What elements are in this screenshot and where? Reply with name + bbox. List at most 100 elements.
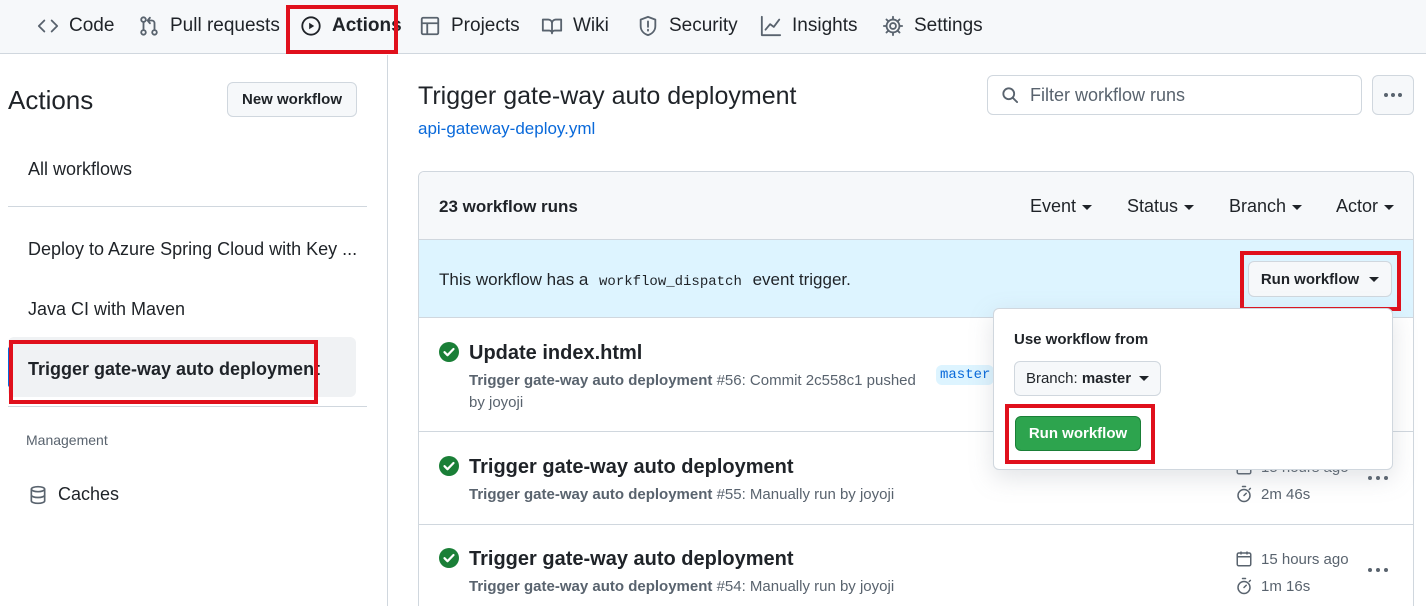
filter-event[interactable]: Event: [1030, 196, 1093, 217]
filter-workflow-runs-input[interactable]: [1030, 84, 1350, 106]
run-subtitle: Trigger gate-way auto deployment #54: Ma…: [469, 576, 894, 598]
sidebar-item-workflow[interactable]: Java CI with Maven: [28, 299, 185, 320]
check-circle-icon: [439, 548, 459, 568]
sidebar-item-all-workflows[interactable]: All workflows: [28, 159, 132, 180]
kebab-horizontal-icon: [1384, 93, 1402, 97]
run-workflow-dropdown-label: Run workflow: [1260, 270, 1360, 288]
tab-settings[interactable]: Settings: [882, 0, 983, 52]
play-icon: [300, 15, 322, 37]
run-title[interactable]: Trigger gate-way auto deployment: [469, 548, 794, 571]
sidebar-divider: [8, 206, 367, 207]
tab-actions[interactable]: Actions: [300, 0, 402, 52]
run-workflow-name: Trigger gate-way auto deployment: [469, 372, 713, 389]
sidebar-divider: [8, 406, 367, 407]
run-more-button[interactable]: [1363, 558, 1393, 582]
pull-request-icon: [138, 15, 160, 37]
run-detail-author: by joyoji: [469, 394, 524, 411]
run-workflow-dropdown-button[interactable]: Run workflow: [1248, 261, 1392, 297]
dispatch-prefix: This workflow has a: [439, 270, 589, 289]
page-title: Trigger gate-way auto deployment: [418, 82, 797, 110]
filter-branch[interactable]: Branch: [1229, 196, 1303, 217]
tab-projects-label: Projects: [451, 15, 520, 36]
run-row[interactable]: Trigger gate-way auto deployment Trigger…: [419, 525, 1413, 606]
filter-status[interactable]: Status: [1127, 196, 1195, 217]
search-icon: [1002, 87, 1018, 104]
filter-search-box[interactable]: [987, 75, 1362, 115]
tab-actions-label: Actions: [332, 15, 402, 36]
tab-insights-label: Insights: [792, 15, 858, 36]
branch-select-button[interactable]: Branch: master: [1014, 361, 1161, 396]
run-subtitle: Trigger gate-way auto deployment #55: Ma…: [469, 484, 894, 506]
sidebar-item-caches[interactable]: Caches: [28, 484, 119, 505]
book-icon: [541, 15, 563, 37]
caret-down-icon: [1384, 204, 1395, 210]
filter-branch-label: Branch: [1229, 196, 1287, 216]
tab-pull-requests-label: Pull requests: [170, 15, 280, 36]
check-circle-icon: [439, 456, 459, 476]
gear-icon: [882, 15, 904, 37]
caret-down-icon: [1369, 276, 1380, 282]
tab-security-label: Security: [669, 15, 738, 36]
run-workflow-submit-button[interactable]: Run workflow: [1015, 416, 1141, 451]
sidebar-item-workflow-selected[interactable]: Trigger gate-way auto deployment: [28, 359, 320, 380]
tab-code-label: Code: [69, 15, 115, 36]
dispatch-suffix: event trigger.: [752, 270, 851, 289]
shield-icon: [637, 15, 659, 37]
sidebar-management-heading: Management: [26, 432, 108, 448]
use-workflow-from-label: Use workflow from: [1014, 331, 1149, 348]
tab-wiki[interactable]: Wiki: [541, 0, 609, 52]
table-icon: [419, 15, 441, 37]
dispatch-code: workflow_dispatch: [599, 274, 742, 290]
dispatch-banner: This workflow has a workflow_dispatch ev…: [419, 240, 1413, 318]
caret-down-icon: [1184, 204, 1195, 210]
run-title[interactable]: Trigger gate-way auto deployment: [469, 456, 794, 479]
branch-select-prefix: Branch:: [1025, 370, 1078, 387]
run-title[interactable]: Update index.html: [469, 342, 642, 365]
filter-actor-label: Actor: [1336, 196, 1379, 216]
tab-insights[interactable]: Insights: [760, 0, 857, 52]
filter-actor[interactable]: Actor: [1336, 196, 1395, 217]
check-circle-icon: [439, 342, 459, 362]
run-detail: #54: Manually run by joyoji: [716, 578, 895, 595]
repo-nav: Code Pull requests Actions Projects Wiki…: [0, 0, 1426, 54]
database-icon: [28, 485, 48, 505]
run-workflow-popover: Use workflow from Branch: master Run wor…: [993, 308, 1393, 470]
sidebar-item-caches-label: Caches: [58, 484, 120, 504]
run-detail: #55: Manually run by joyoji: [716, 486, 895, 503]
caret-down-icon: [1082, 204, 1093, 210]
sidebar: Actions New workflow All workflows Deplo…: [0, 55, 388, 606]
kebab-horizontal-icon: [1368, 476, 1388, 480]
more-options-button[interactable]: [1372, 75, 1414, 115]
graph-icon: [760, 15, 782, 37]
runs-header: 23 workflow runs Event Status Branch Act…: [419, 172, 1413, 240]
run-duration: 1m 16s: [1235, 577, 1310, 595]
branch-tag[interactable]: master: [936, 365, 995, 385]
run-workflow-name: Trigger gate-way auto deployment: [469, 578, 713, 595]
tab-code[interactable]: Code: [37, 0, 114, 52]
tab-projects[interactable]: Projects: [419, 0, 520, 52]
caret-down-icon: [1292, 204, 1303, 210]
tab-settings-label: Settings: [914, 15, 983, 36]
dispatch-text: This workflow has a workflow_dispatch ev…: [439, 270, 851, 290]
sidebar-title: Actions: [8, 85, 94, 115]
sidebar-item-workflow[interactable]: Deploy to Azure Spring Cloud with Key ..…: [28, 239, 357, 260]
new-workflow-button[interactable]: New workflow: [227, 82, 357, 117]
run-subtitle: Trigger gate-way auto deployment #56: Co…: [469, 370, 919, 414]
stopwatch-icon: [1237, 485, 1252, 503]
filter-event-label: Event: [1030, 196, 1077, 216]
run-time: 15 hours ago: [1235, 550, 1349, 568]
tab-security[interactable]: Security: [637, 0, 738, 52]
calendar-icon: [1236, 551, 1252, 567]
runs-count: 23 workflow runs: [439, 197, 578, 216]
code-icon: [37, 15, 59, 37]
run-time-label: 15 hours ago: [1261, 550, 1349, 568]
run-duration-label: 1m 16s: [1261, 577, 1311, 595]
run-duration: 2m 46s: [1235, 485, 1310, 503]
sidebar-selected-indicator: [8, 347, 12, 387]
stopwatch-icon: [1237, 577, 1252, 595]
workflow-file-link[interactable]: api-gateway-deploy.yml: [418, 119, 595, 139]
run-duration-label: 2m 46s: [1261, 485, 1311, 503]
run-detail: #56: Commit 2c558c1 pushed: [716, 372, 916, 389]
kebab-horizontal-icon: [1368, 568, 1388, 572]
tab-pull-requests[interactable]: Pull requests: [138, 0, 280, 52]
